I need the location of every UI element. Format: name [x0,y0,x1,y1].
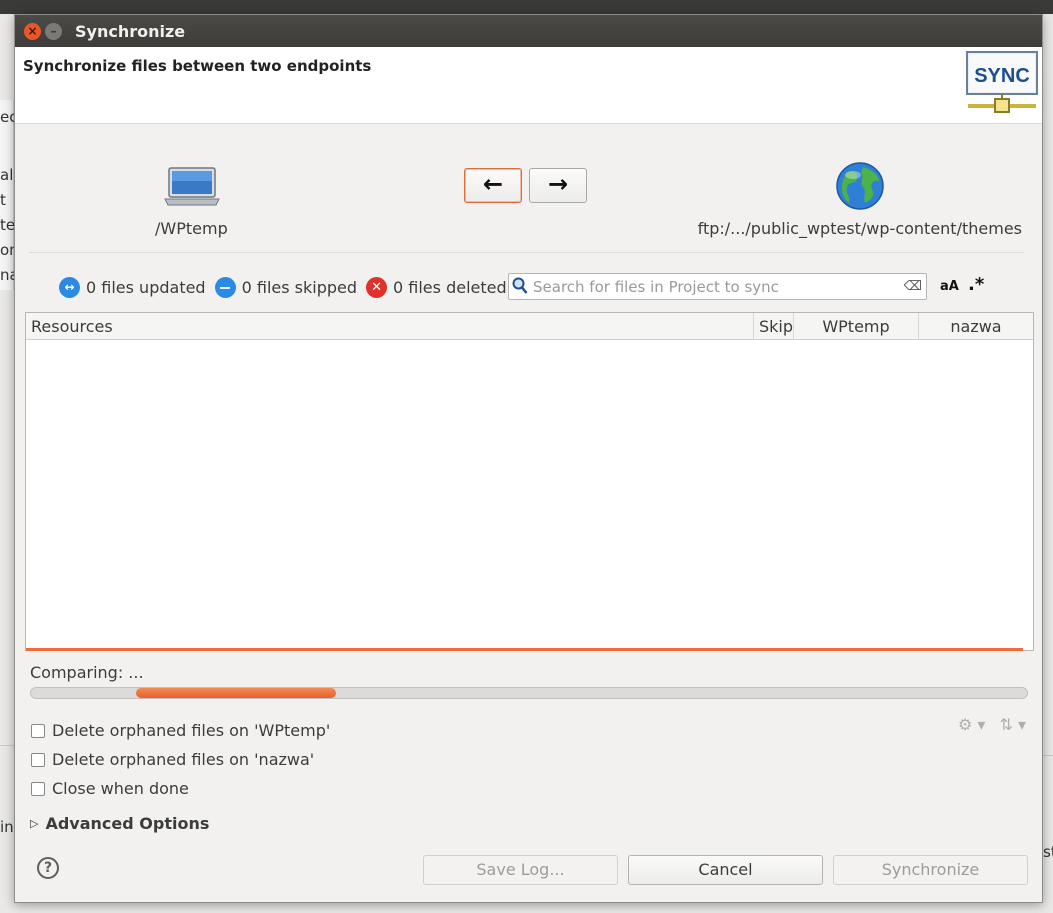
settings-dropdown-icon[interactable]: ⚙ ▾ [958,715,985,734]
files-deleted-stat: ✕ 0 files deleted [366,276,507,298]
table-tools: ⚙ ▾ ⇅ ▾ [958,715,1026,734]
background-text: in [0,818,14,836]
files-updated-label: 0 files updated [86,277,206,297]
dialog-header: Synchronize files between two endpoints … [15,47,1042,124]
title-bar[interactable]: × – Synchronize [15,15,1042,47]
progress-bar-fill [136,688,336,698]
delete-orphaned-nazwa-label[interactable]: Delete orphaned files on 'nazwa' [52,750,314,769]
files-updated-stat: ↔ 0 files updated [59,276,206,298]
close-window-button[interactable]: × [24,23,41,40]
save-log-button[interactable]: Save Log... [423,855,618,885]
globe-icon [836,162,884,210]
close-when-done-checkbox[interactable] [31,781,45,796]
clear-search-icon[interactable]: ⌫ [904,279,922,294]
files-skipped-label: 0 files skipped [241,277,358,297]
search-box: ⌫ [508,273,927,300]
files-deleted-label: 0 files deleted [393,277,507,297]
search-icon [512,277,528,294]
expand-triangle-icon[interactable]: ▷ [30,817,38,830]
close-when-done-label[interactable]: Close when done [52,779,189,798]
minimize-window-button[interactable]: – [45,23,62,40]
updated-icon: ↔ [59,276,80,298]
dialog-header-title: Synchronize files between two endpoints [23,57,372,75]
background-topbar [0,0,1053,14]
advanced-options-label[interactable]: Advanced Options [45,814,209,833]
synchronize-dialog: × – Synchronize Synchronize files betwee… [14,14,1043,903]
sync-direction-left-button[interactable]: ← [464,168,522,203]
regex-toggle[interactable]: .* [968,274,984,295]
progress-bar [30,687,1028,699]
column-header-skip[interactable]: Skip [754,313,794,340]
delete-orphaned-wptemp-label[interactable]: Delete orphaned files on 'WPtemp' [52,721,330,740]
synchronize-button[interactable]: Synchronize [833,855,1028,885]
progress-label: Comparing: ... [30,663,144,682]
target-endpoint-label: ftp:/.../public_wptest/wp-content/themes [697,219,1022,238]
column-header-resources[interactable]: Resources [26,313,754,340]
background-divider [0,745,14,746]
source-endpoint-label: /WPtemp [155,219,228,238]
table-loading-bar [26,648,1023,651]
sync-direction-right-button[interactable]: → [529,168,587,203]
cancel-button[interactable]: Cancel [628,855,823,885]
background-divider [1043,755,1053,756]
sync-logo-text: SYNC [974,65,1030,87]
window-title: Synchronize [75,22,186,41]
deleted-icon: ✕ [366,276,388,298]
search-input[interactable] [531,276,901,297]
delete-orphaned-nazwa-checkbox[interactable] [31,752,45,767]
resources-table[interactable]: Resources Skip WPtemp nazwa [25,312,1034,651]
column-header-wptemp[interactable]: WPtemp [794,313,919,340]
sync-logo-icon: SYNC [966,51,1038,113]
sort-dropdown-icon[interactable]: ⇅ ▾ [999,715,1026,734]
separator [29,252,1024,253]
column-header-nazwa[interactable]: nazwa [919,313,1033,340]
delete-orphaned-wptemp-option[interactable]: Delete orphaned files on 'WPtemp' [31,721,330,740]
background-text: te [0,216,16,234]
laptop-icon [164,167,220,206]
advanced-options-expander[interactable]: ▷ Advanced Options [30,814,209,833]
background-text: t [0,191,6,209]
background-text: al [0,166,14,184]
skipped-icon: − [214,276,236,298]
table-header: Resources Skip WPtemp nazwa [26,313,1033,340]
delete-orphaned-wptemp-checkbox[interactable] [31,723,45,738]
files-skipped-stat: − 0 files skipped [214,276,358,298]
sync-stats: ↔ 0 files updated − 0 files skipped ✕ 0 … [59,275,516,299]
help-icon[interactable]: ? [37,857,59,879]
delete-orphaned-nazwa-option[interactable]: Delete orphaned files on 'nazwa' [31,750,314,769]
background-text: st [1043,843,1053,861]
close-when-done-option[interactable]: Close when done [31,779,189,798]
case-sensitive-toggle[interactable]: aA [940,279,959,294]
